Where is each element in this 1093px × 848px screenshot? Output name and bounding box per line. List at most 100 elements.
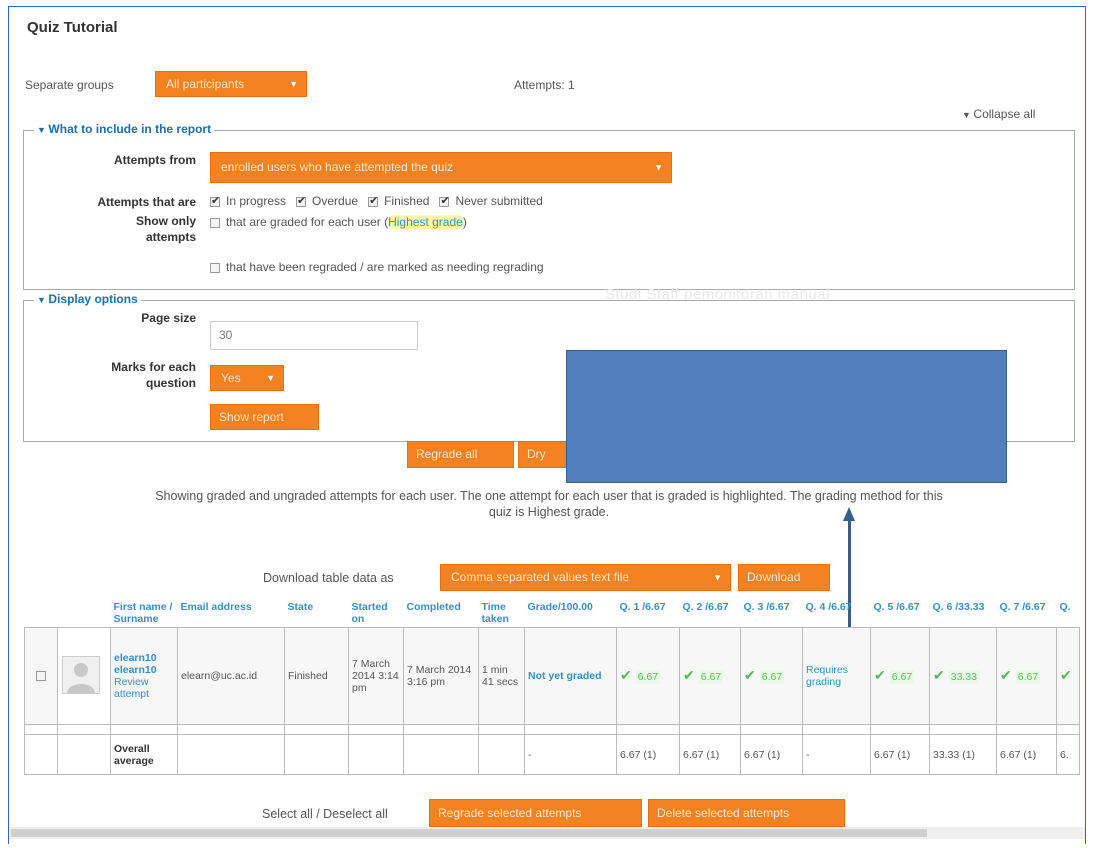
name-cell: elearn10 elearn10 Review attempt bbox=[110, 627, 178, 725]
col-header-grade[interactable]: Grade/100.00 bbox=[525, 599, 617, 628]
regrade-selected-button[interactable]: Regrade selected attempts bbox=[429, 799, 642, 827]
download-label: Download table data as bbox=[263, 571, 394, 585]
col-header-q4[interactable]: Q. 4 /6.67 bbox=[803, 599, 871, 628]
collapse-all-link[interactable]: ▼ Collapse all bbox=[962, 107, 1035, 121]
col-header-state[interactable]: State bbox=[285, 599, 349, 628]
display-legend[interactable]: ▼ Display options bbox=[34, 292, 141, 306]
checkbox-icon[interactable] bbox=[210, 217, 220, 228]
checkbox-icon[interactable] bbox=[210, 194, 220, 207]
display-legend-label: Display options bbox=[48, 292, 138, 306]
col-header-q7[interactable]: Q. 7 /6.67 bbox=[997, 599, 1057, 628]
attempts-from-select[interactable]: enrolled users who have attempted the qu… bbox=[210, 152, 672, 183]
q7-cell[interactable]: ✔ 6.67 bbox=[996, 627, 1057, 725]
horizontal-scrollbar[interactable] bbox=[9, 827, 1085, 839]
graded-option[interactable]: that are graded for each user (Highest g… bbox=[210, 215, 467, 229]
attempts-table: First name / Surname Email address State… bbox=[24, 599, 1080, 775]
avg-q1: 6.67 (1) bbox=[616, 734, 680, 775]
page-size-input[interactable]: 30 bbox=[210, 321, 418, 350]
avatar-cell bbox=[57, 627, 111, 725]
completed-cell: 7 March 2014 3:16 pm bbox=[403, 627, 479, 725]
attempts-count: Attempts: 1 bbox=[514, 78, 575, 92]
checkbox-icon[interactable] bbox=[439, 194, 450, 207]
q5-cell[interactable]: ✔ 6.67 bbox=[870, 627, 930, 725]
grade-link[interactable]: Not yet graded bbox=[528, 670, 602, 682]
col-header-time[interactable]: Time taken bbox=[479, 599, 525, 628]
include-fieldset: ▼ What to include in the report Attempts… bbox=[23, 122, 1075, 290]
time-taken-cell: 1 min 41 secs bbox=[478, 627, 525, 725]
state-in-progress[interactable]: In progress bbox=[210, 194, 286, 208]
regraded-option[interactable]: that have been regraded / are marked as … bbox=[210, 260, 544, 274]
grading-info: Showing graded and ungraded attempts for… bbox=[29, 488, 1069, 520]
col-header-email[interactable]: Email address bbox=[178, 599, 285, 628]
correct-check-icon: ✔ bbox=[620, 667, 632, 683]
started-cell: 7 March 2014 3:14 pm bbox=[348, 627, 404, 725]
requires-grading-link[interactable]: Requires grading bbox=[806, 664, 848, 688]
table-spacer-row bbox=[24, 724, 1080, 735]
collapse-all-label: Collapse all bbox=[973, 107, 1036, 121]
col-header-q6[interactable]: Q. 6 /33.33 bbox=[930, 599, 997, 628]
regrade-all-button[interactable]: Regrade all bbox=[407, 441, 514, 468]
col-header-started[interactable]: Started on bbox=[349, 599, 404, 628]
avatar[interactable] bbox=[62, 655, 100, 694]
download-button[interactable]: Download bbox=[738, 564, 830, 591]
chevron-down-icon: ▼ bbox=[289, 79, 298, 89]
highest-grade-link[interactable]: Highest grade bbox=[388, 215, 463, 229]
q1-cell[interactable]: ✔ 6.67 bbox=[616, 627, 680, 725]
state-overdue[interactable]: Overdue bbox=[296, 194, 358, 208]
user-firstname-link[interactable]: elearn10 bbox=[114, 652, 174, 664]
groups-label: Separate groups bbox=[25, 78, 114, 92]
user-surname-link[interactable]: elearn10 bbox=[114, 664, 174, 676]
picture-col-header bbox=[58, 599, 111, 628]
correct-check-icon: ✔ bbox=[744, 667, 756, 683]
include-legend-label: What to include in the report bbox=[48, 122, 212, 136]
download-format-select[interactable]: Comma separated values text file ▼ bbox=[440, 564, 731, 591]
delete-selected-button[interactable]: Delete selected attempts bbox=[648, 799, 845, 827]
q6-cell[interactable]: ✔ 33.33 bbox=[929, 627, 997, 725]
annotation-box bbox=[566, 350, 1007, 483]
review-attempt-link[interactable]: Review attempt bbox=[114, 676, 174, 700]
groups-select[interactable]: All participants ▼ bbox=[155, 71, 307, 97]
col-header-q2[interactable]: Q. 2 /6.67 bbox=[680, 599, 741, 628]
chevron-down-icon: ▼ bbox=[713, 572, 722, 582]
avg-q7: 6.67 (1) bbox=[996, 734, 1057, 775]
marks-select[interactable]: Yes ▼ bbox=[210, 365, 284, 391]
select-all-link[interactable]: Select all / Deselect all bbox=[262, 807, 388, 821]
col-header-q5[interactable]: Q. 5 /6.67 bbox=[871, 599, 930, 628]
state-never-submitted[interactable]: Never submitted bbox=[439, 194, 543, 208]
checkbox-icon[interactable] bbox=[296, 194, 306, 207]
row-select-cell bbox=[24, 627, 58, 725]
table-row: elearn10 elearn10 Review attempt elearn@… bbox=[24, 627, 1080, 725]
average-row: Overall average - 6.67 (1) 6.67 (1) 6.67… bbox=[24, 734, 1080, 775]
attempts-from-label: Attempts from bbox=[113, 153, 196, 167]
marks-label: Marks for each question bbox=[111, 360, 196, 390]
col-header-completed[interactable]: Completed bbox=[404, 599, 479, 628]
q8-cell[interactable]: ✔ bbox=[1056, 627, 1080, 725]
avg-q2: 6.67 (1) bbox=[679, 734, 741, 775]
checkbox-icon[interactable] bbox=[210, 262, 220, 273]
legend-triangle-icon: ▼ bbox=[37, 295, 49, 305]
q4-cell[interactable]: Requires grading bbox=[802, 627, 871, 725]
col-header-q1[interactable]: Q. 1 /6.67 bbox=[617, 599, 680, 628]
col-header-q3[interactable]: Q. 3 /6.67 bbox=[741, 599, 803, 628]
show-only-label: Show only attempts bbox=[136, 214, 196, 244]
col-header-q8[interactable]: Q. bbox=[1057, 599, 1080, 628]
q2-cell[interactable]: ✔ 6.67 bbox=[679, 627, 741, 725]
col-header-name[interactable]: First name / Surname bbox=[111, 599, 178, 628]
avg-grade-cell: - bbox=[524, 734, 617, 775]
checkbox-icon[interactable] bbox=[368, 194, 378, 207]
grading-info-line-2: quiz is Highest grade. bbox=[488, 505, 610, 519]
download-format-value: Comma separated values text file bbox=[451, 570, 630, 584]
state-finished[interactable]: Finished bbox=[368, 194, 429, 208]
grade-cell: Not yet graded bbox=[524, 627, 617, 725]
scrollbar-thumb[interactable] bbox=[11, 829, 927, 837]
attempts-that-are-label: Attempts that are bbox=[97, 195, 196, 209]
grading-info-line-1: Showing graded and ungraded attempts for… bbox=[155, 489, 943, 503]
correct-check-icon: ✔ bbox=[683, 667, 695, 683]
correct-check-icon: ✔ bbox=[933, 667, 945, 683]
show-report-button[interactable]: Show report bbox=[210, 404, 319, 430]
checkbox-icon[interactable] bbox=[36, 671, 46, 682]
avg-q8: 6. bbox=[1056, 734, 1080, 775]
q3-cell[interactable]: ✔ 6.67 bbox=[740, 627, 803, 725]
include-legend[interactable]: ▼ What to include in the report bbox=[34, 122, 215, 136]
table-header-row: First name / Surname Email address State… bbox=[25, 599, 1080, 628]
